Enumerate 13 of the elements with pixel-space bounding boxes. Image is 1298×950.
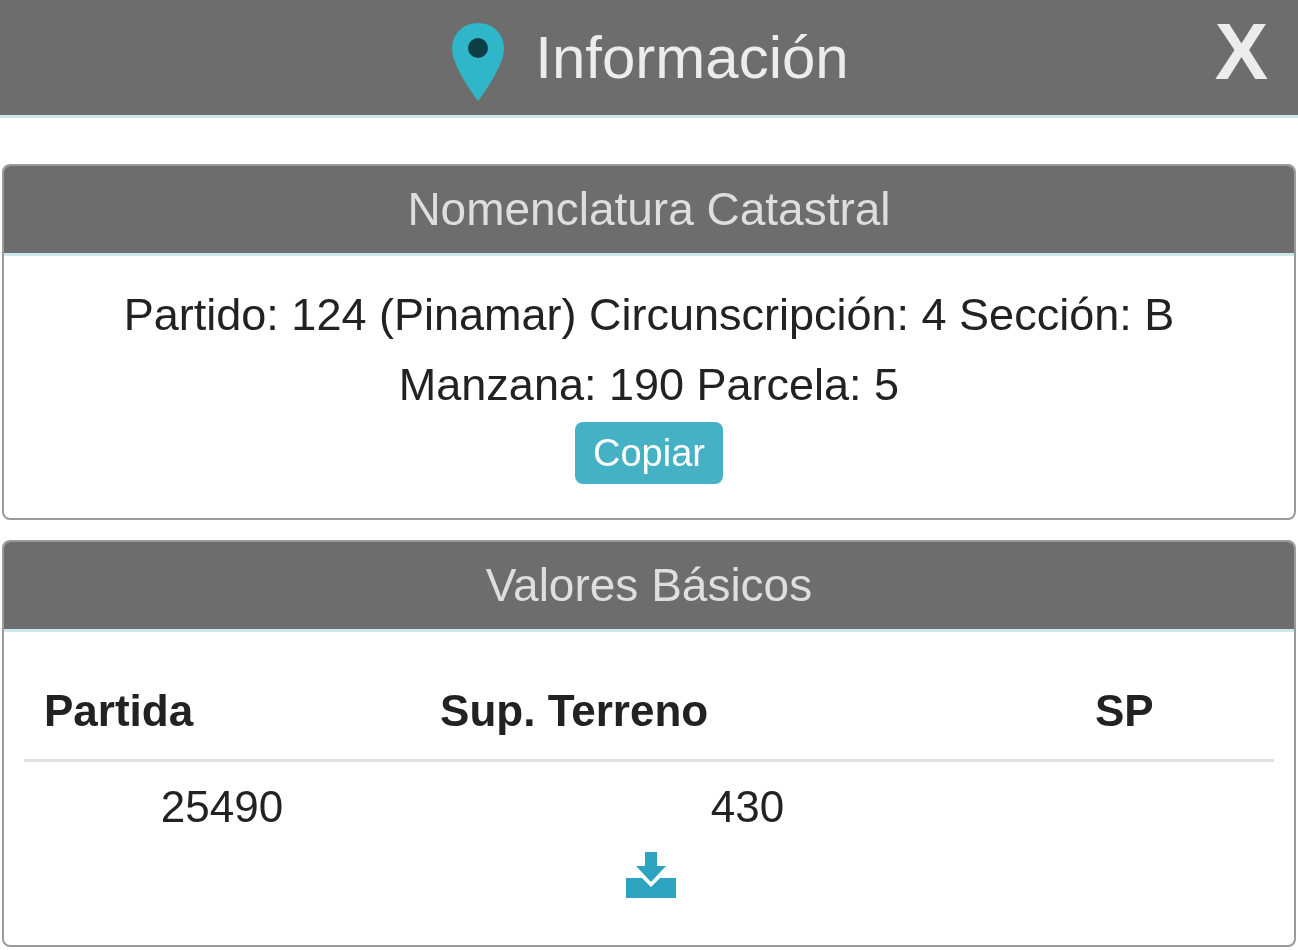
cadastral-text: Partido: 124 (Pinamar) Circunscripción: 4 Sección: B	[123, 288, 1175, 342]
column-header: Partida	[44, 686, 194, 735]
close-button[interactable]: X	[1214, 12, 1268, 92]
cadastral-text: Manzana: 190 Parcela: 5	[398, 358, 900, 412]
column-header: SP	[1094, 686, 1154, 735]
header-title: Información	[535, 27, 849, 88]
table-cell: 430	[710, 782, 785, 831]
column-header: Sup. Terreno	[440, 686, 709, 735]
download-icon[interactable]	[626, 852, 676, 898]
panel-title: Nomenclatura Catastral	[407, 182, 891, 237]
panel-title: Valores Básicos	[485, 558, 813, 613]
table-cell: 25490	[160, 782, 284, 831]
copy-button[interactable]: Copiar	[575, 422, 723, 484]
